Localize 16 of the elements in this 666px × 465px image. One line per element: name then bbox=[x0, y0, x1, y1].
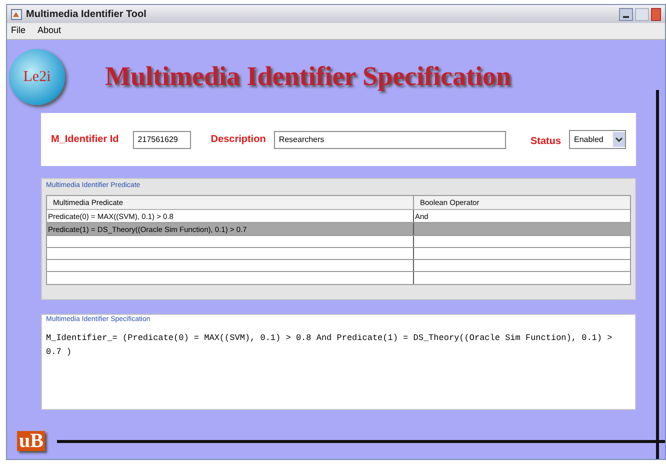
logo-badge: Le2i bbox=[9, 49, 65, 105]
id-label: M_Identifier Id bbox=[51, 133, 119, 147]
id-field[interactable]: 217561629 bbox=[132, 130, 191, 148]
status-label: Status bbox=[530, 134, 561, 148]
app-icon bbox=[11, 8, 22, 20]
menu-item[interactable]: About bbox=[38, 24, 62, 38]
minimize-button[interactable] bbox=[619, 8, 633, 20]
specification-text: M_Identifier_= (Predicate(0) = MAX((SVM), 0.1) > 0.8 And Predicate(1) = DS_Theory((Oracle Sim Function), 0.1) > 0.7 ) bbox=[46, 332, 614, 359]
status-dropdown[interactable]: Enabled bbox=[569, 130, 626, 149]
description-label: Description bbox=[210, 133, 266, 147]
menu-item[interactable]: File bbox=[11, 24, 26, 38]
close-button[interactable] bbox=[651, 8, 661, 20]
description-field[interactable]: Researchers bbox=[274, 130, 506, 148]
window-title: Multimedia Identifier Tool bbox=[26, 8, 146, 22]
footer-logo: uB bbox=[17, 431, 46, 451]
page-heading: Multimedia Identifier Specification bbox=[105, 60, 511, 93]
